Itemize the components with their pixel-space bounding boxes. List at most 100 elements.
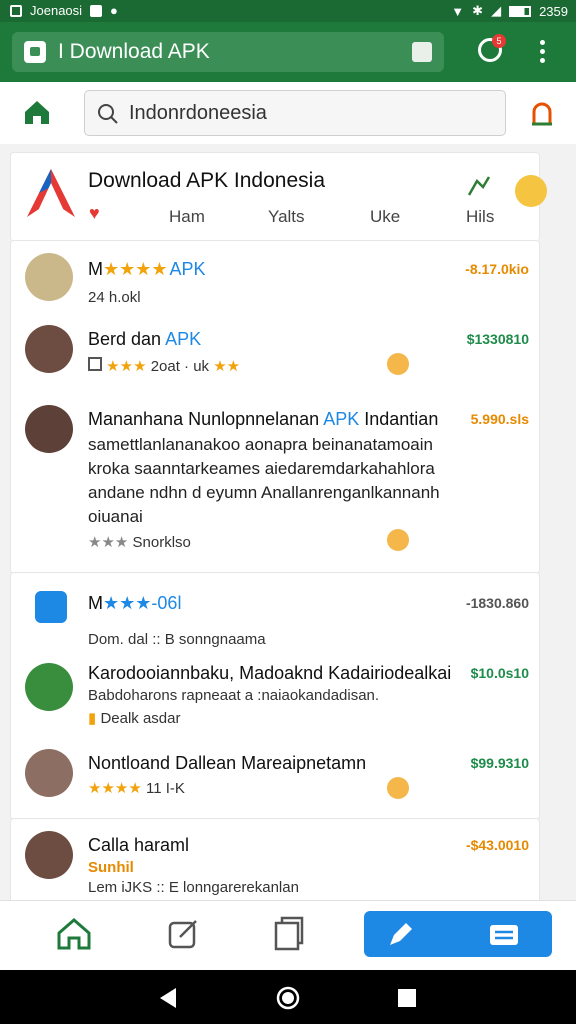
list-item-price: 5.990.sls <box>470 411 529 427</box>
tag-icon: ▮ <box>88 710 97 727</box>
list-item-meta: ★★★ Snorklso <box>88 533 191 551</box>
notification-icon <box>90 4 103 17</box>
list-item-price: -1830.860 <box>465 595 529 611</box>
search-value: Indonrdoneesia <box>129 102 267 124</box>
url-bar[interactable]: I Download APK <box>12 32 444 72</box>
title-text: Berd dan <box>88 329 162 349</box>
tab-uke[interactable]: Uke <box>370 207 400 227</box>
site-header-card: Download APK Indonesia ♥ Ham Yalts Uke H… <box>10 152 547 241</box>
edit-url-icon[interactable] <box>412 42 432 62</box>
avatar <box>25 663 73 711</box>
menu-icon[interactable] <box>540 40 546 67</box>
avatar <box>25 253 73 301</box>
home-icon[interactable] <box>22 98 52 126</box>
pencil-icon <box>390 923 412 945</box>
rating-stars: ★★★ <box>88 534 129 551</box>
bluetooth-icon: ✱ <box>472 3 484 18</box>
avatar <box>25 749 73 797</box>
share-icon[interactable] <box>465 173 493 199</box>
list-item-price: $99.9310 <box>470 755 529 771</box>
app-list-card: Calla haraml Sunhil Lem iJKS :: E lonnga… <box>10 818 540 900</box>
lock-icon <box>24 41 46 63</box>
nav-action-button[interactable] <box>364 911 552 957</box>
download-icon[interactable] <box>530 100 554 126</box>
list-item-price: $1330810 <box>466 331 529 347</box>
list-item-body: samettlanlananakoo aonapra beinanatamoai… <box>88 433 440 529</box>
nav-home-icon[interactable] <box>56 917 92 951</box>
title-tail: Indantian <box>364 409 439 429</box>
content-area: Download APK Indonesia ♥ Ham Yalts Uke H… <box>0 144 576 900</box>
body-line: samettlanlananakoo aonapra beinanatamoai… <box>88 435 433 454</box>
site-logo <box>25 167 77 219</box>
gallery-icon <box>10 4 22 17</box>
wifi-icon: ▼ <box>451 3 465 19</box>
list-item-price: -$43.0010 <box>465 837 529 853</box>
tab-ham[interactable]: Ham <box>169 207 205 227</box>
title-suffix: APK <box>169 259 206 279</box>
body-line: oiuanai <box>88 507 143 526</box>
nav-edit-icon[interactable] <box>166 917 202 951</box>
home-button-icon[interactable] <box>275 985 301 1011</box>
search-input[interactable]: Indonrdoneesia <box>84 90 506 136</box>
body-line: andane ndhn d eyumn Anallanrenganlkannan… <box>88 483 440 502</box>
list-item-meta: ★★★★ 11 I-K <box>88 779 185 797</box>
battery-icon <box>509 5 532 17</box>
list-item-subtitle: 24 h.okl <box>88 289 141 306</box>
list-item-title[interactable]: M★★★★ APK <box>88 259 206 280</box>
meta-text: 2oat · uk <box>150 358 210 375</box>
list-item-subtitle: Babdoharons rapneaat a :naiaokandadisan. <box>88 687 380 704</box>
list-item-title[interactable]: Calla haraml <box>88 835 189 856</box>
list-item-subtitle: Sunhil <box>88 859 134 876</box>
list-item-meta: ▮ Dealk asdar <box>88 709 180 727</box>
user-avatar[interactable] <box>515 175 547 207</box>
clock: 2359 <box>539 3 568 19</box>
emoji-icon <box>387 777 409 799</box>
meta-text: Snorklso <box>132 534 191 551</box>
box-icon <box>88 357 102 371</box>
list-item-title[interactable]: Karodooiannbaku, Madoaknd Kadairiodealka… <box>88 663 451 684</box>
list-item-price: -8.17.0kio <box>465 261 529 277</box>
list-item-title[interactable]: Mananhana Nunlopnnelanan APK Indantian <box>88 409 438 430</box>
list-item-meta: Lem iJKS :: E lonngarerekanlan <box>88 879 299 896</box>
list-item-title[interactable]: Berd dan APK <box>88 329 201 350</box>
app-icon <box>35 591 67 623</box>
url-text: I Download APK <box>58 40 210 63</box>
system-navigation-bar <box>0 970 576 1024</box>
rating-stars: ★★★ <box>106 358 147 375</box>
search-row: Indonrdoneesia <box>0 82 576 145</box>
browser-toolbar: I Download APK 5 <box>0 22 576 82</box>
tab-hils[interactable]: Hils <box>466 207 494 227</box>
meta-text: Dealk asdar <box>100 710 181 727</box>
status-bar: Joenaosi ● ▼ ✱ ◢ 2359 <box>0 0 576 22</box>
heart-icon[interactable]: ♥ <box>89 203 100 224</box>
title-prefix: M <box>88 259 103 279</box>
list-item-subtitle: Dom. dal :: B sonngnaama <box>88 631 266 648</box>
rating-stars: ★★★★ <box>103 259 168 279</box>
search-icon <box>98 104 118 124</box>
title-text: Mananhana Nunlopnnelanan <box>88 409 320 429</box>
title-suffix: -06l <box>151 593 182 613</box>
bottom-navigation <box>0 900 576 971</box>
back-icon[interactable] <box>156 986 180 1010</box>
title-suffix: APK <box>165 329 202 349</box>
rating-stars: ★★★ <box>103 593 152 613</box>
list-item-meta: ★★★ 2oat · uk ★★ <box>88 357 240 375</box>
avatar <box>25 405 73 453</box>
list-item-title[interactable]: M★★★-06l <box>88 593 181 614</box>
emoji-icon <box>387 529 409 551</box>
tab-yalts[interactable]: Yalts <box>268 207 305 227</box>
signal-icon: ◢ <box>491 3 502 18</box>
dot-icon: ● <box>110 3 118 18</box>
app-list-card: M★★★★ APK 24 h.okl -8.17.0kio Berd dan AP… <box>10 240 540 574</box>
nav-copy-icon[interactable] <box>270 915 306 953</box>
message-icon <box>490 925 518 945</box>
list-item-title[interactable]: Nontloand Dallean Mareaipnetamn <box>88 753 366 774</box>
title-prefix: M <box>88 593 103 613</box>
body-line: kroka saanntarkeames aiedaremdarkahahlor… <box>88 459 435 478</box>
app-list-card: M★★★-06l Dom. dal :: B sonngnaama -1830.… <box>10 572 540 820</box>
avatar <box>25 325 73 373</box>
emoji-icon <box>387 353 409 375</box>
list-item-price: $10.0s10 <box>470 665 529 681</box>
title-suffix: APK <box>323 409 360 429</box>
recents-icon[interactable] <box>396 987 418 1009</box>
